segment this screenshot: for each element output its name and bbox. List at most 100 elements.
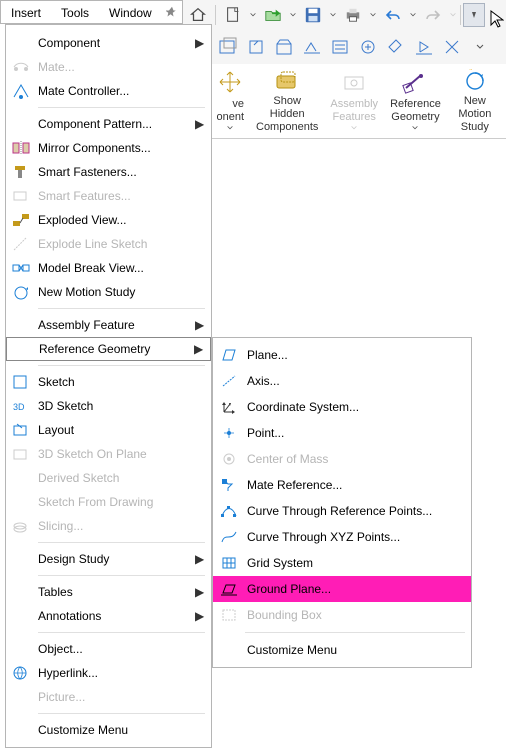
undo-dropdown-icon[interactable]: [408, 11, 418, 19]
row2-icon-9[interactable]: [440, 35, 464, 59]
submenu-point[interactable]: Point...: [213, 420, 471, 446]
layout-icon: [10, 420, 32, 440]
cmd-cropped-label: ve onent: [216, 98, 244, 124]
redo-icon[interactable]: [418, 1, 448, 29]
submenu-customize-menu[interactable]: Customize Menu: [213, 637, 471, 663]
cmd-cropped[interactable]: ve onent: [210, 64, 250, 138]
menu-3d-sketch-on-plane: 3D Sketch On Plane: [6, 442, 211, 466]
smart-features-icon: [10, 186, 32, 206]
new-motion-study-icon: *: [461, 68, 489, 93]
menu-object[interactable]: Object...: [6, 637, 211, 661]
menu-tools[interactable]: Tools: [51, 1, 99, 23]
submenu-coordinate-system[interactable]: Coordinate System...: [213, 394, 471, 420]
menu-exploded-view[interactable]: Exploded View...: [6, 208, 211, 232]
submenu-ground-plane[interactable]: Ground Plane...: [213, 576, 471, 602]
submenu-mate-reference[interactable]: Mate Reference...: [213, 472, 471, 498]
submenu-plane[interactable]: Plane...: [213, 342, 471, 368]
save-icon[interactable]: [298, 1, 328, 29]
menu-derived-sketch: Derived Sketch: [6, 466, 211, 490]
slicing-icon: [10, 516, 32, 536]
menu-reference-geometry[interactable]: Reference Geometry ▶: [6, 337, 211, 361]
reference-geometry-icon: [401, 68, 429, 96]
submenu-curve-xyz[interactable]: Curve Through XYZ Points...: [213, 524, 471, 550]
menu-hyperlink[interactable]: Hyperlink...: [6, 661, 211, 685]
reference-geometry-submenu: Plane... Axis... Coordinate System... Po…: [212, 337, 472, 668]
smart-fasteners-icon: [10, 162, 32, 182]
pin-icon[interactable]: [162, 1, 182, 23]
row2-icon-5[interactable]: [328, 35, 352, 59]
plane-icon: [217, 344, 241, 366]
new-motion-study-menu-icon: [10, 282, 32, 302]
axis-icon: [217, 370, 241, 392]
mate-icon: [10, 57, 32, 77]
save-dropdown-icon[interactable]: [328, 11, 338, 19]
submenu-grid-system[interactable]: Grid System: [213, 550, 471, 576]
menu-annotations[interactable]: Annotations ▶: [6, 604, 211, 628]
cmd-new-motion-study-label: New Motion Study: [458, 95, 491, 134]
menu-tables[interactable]: Tables ▶: [6, 580, 211, 604]
menu-sketch[interactable]: Sketch: [6, 370, 211, 394]
menu-model-break-view[interactable]: Model Break View...: [6, 256, 211, 280]
open-icon[interactable]: [258, 1, 288, 29]
submenu-curve-ref-points[interactable]: Curve Through Reference Points...: [213, 498, 471, 524]
menu-mate-controller[interactable]: Mate Controller...: [6, 79, 211, 103]
undo-icon[interactable]: [378, 1, 408, 29]
cmd-reference-geometry[interactable]: Reference Geometry: [384, 64, 447, 138]
curve-ref-points-icon: [217, 500, 241, 522]
menu-3d-sketch[interactable]: 3D 3D Sketch: [6, 394, 211, 418]
row2-icon-4[interactable]: [300, 35, 324, 59]
submenu-center-of-mass: Center of Mass: [213, 446, 471, 472]
curve-xyz-icon: [217, 526, 241, 548]
row2-icon-8[interactable]: [412, 35, 436, 59]
bounding-box-icon: [217, 604, 241, 626]
svg-text:3D: 3D: [13, 402, 25, 412]
row2-icon-3[interactable]: [272, 35, 296, 59]
new-document-dropdown-icon[interactable]: [248, 11, 258, 19]
cmd-show-hidden-components[interactable]: Show Hidden Components: [250, 64, 324, 138]
menu-mirror-components[interactable]: Mirror Components...: [6, 136, 211, 160]
cmd-assembly-features: Assembly Features: [324, 64, 384, 138]
cursor-icon: [490, 10, 504, 28]
menu-smart-fasteners[interactable]: Smart Fasteners...: [6, 160, 211, 184]
mirror-components-icon: [10, 138, 32, 158]
insert-menu: Component ▶ Mate... Mate Controller... C…: [5, 24, 212, 748]
submenu-axis[interactable]: Axis...: [213, 368, 471, 394]
row2-icon-6[interactable]: [356, 35, 380, 59]
mate-controller-icon: [10, 81, 32, 101]
sketch-on-plane-icon: [10, 444, 32, 464]
row2-icon-2[interactable]: [244, 35, 268, 59]
menu-customize-menu[interactable]: Customize Menu: [6, 718, 211, 742]
coordinate-system-icon: [217, 396, 241, 418]
menu-assembly-feature[interactable]: Assembly Feature ▶: [6, 313, 211, 337]
mate-reference-icon: [217, 474, 241, 496]
menu-insert[interactable]: Insert: [1, 1, 51, 23]
new-document-icon[interactable]: [218, 1, 248, 29]
show-hidden-icon: [273, 68, 301, 93]
row2-overflow-icon[interactable]: [468, 35, 492, 59]
row2-icon-7[interactable]: [384, 35, 408, 59]
assembly-features-icon: [340, 68, 368, 96]
menu-sketch-from-drawing: Sketch From Drawing: [6, 490, 211, 514]
row2-icon-1[interactable]: [216, 35, 240, 59]
print-icon[interactable]: [338, 1, 368, 29]
menu-component-pattern[interactable]: Component Pattern... ▶: [6, 112, 211, 136]
menu-window[interactable]: Window: [99, 1, 162, 23]
cmd-reference-geometry-label: Reference Geometry: [390, 98, 441, 124]
menu-new-motion-study[interactable]: New Motion Study: [6, 280, 211, 304]
center-of-mass-icon: [217, 448, 241, 470]
menu-layout[interactable]: Layout: [6, 418, 211, 442]
redo-dropdown-icon[interactable]: [448, 11, 458, 19]
open-dropdown-icon[interactable]: [288, 11, 298, 19]
toolbar-overflow-button[interactable]: [463, 3, 485, 27]
command-manager: ve onent Show Hidden Components Assembly…: [210, 64, 506, 139]
menu-explode-line-sketch: Explode Line Sketch: [6, 232, 211, 256]
menubar: Insert Tools Window: [0, 0, 183, 24]
grid-system-icon: [217, 552, 241, 574]
menu-design-study[interactable]: Design Study ▶: [6, 547, 211, 571]
cmd-new-motion-study[interactable]: * New Motion Study: [447, 64, 503, 138]
cmd-show-hidden-label: Show Hidden Components: [256, 95, 318, 134]
print-dropdown-icon[interactable]: [368, 11, 378, 19]
ground-plane-icon: [217, 578, 241, 600]
menu-mate: Mate...: [6, 55, 211, 79]
menu-component[interactable]: Component ▶: [6, 31, 211, 55]
